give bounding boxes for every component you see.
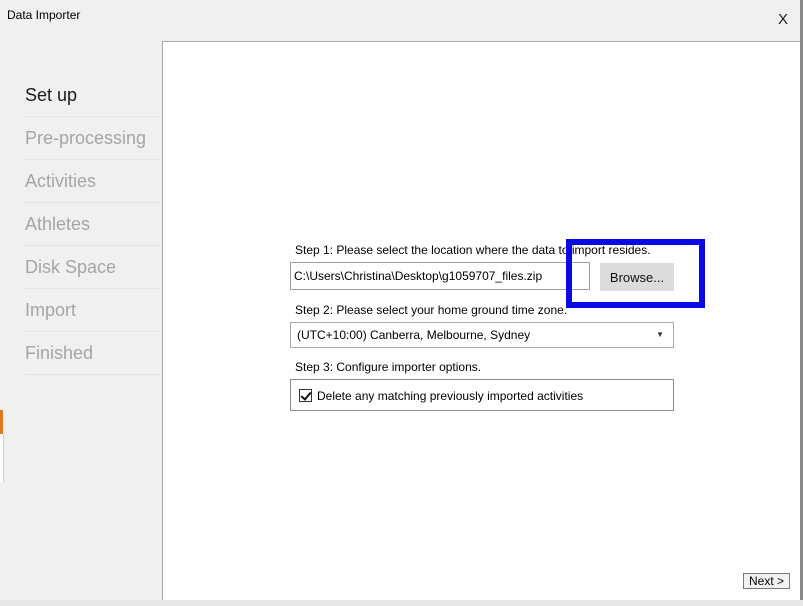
step3-label: Step 3: Configure importer options.	[295, 360, 482, 374]
timezone-selected-value: (UTC+10:00) Canberra, Melbourne, Sydney	[297, 328, 531, 342]
importer-options-box: Delete any matching previously imported …	[290, 379, 674, 411]
delete-matching-checkbox[interactable]	[299, 389, 312, 402]
window-bottom-edge	[0, 600, 803, 606]
sidebar-item-activities[interactable]: Activities	[25, 160, 160, 203]
step1-label: Step 1: Please select the location where…	[295, 243, 651, 257]
step2-label: Step 2: Please select your home ground t…	[295, 303, 568, 317]
close-button[interactable]: X	[770, 8, 796, 32]
next-button[interactable]: Next >	[743, 573, 790, 589]
data-importer-window: Data Importer X Set up Pre-processing Ac…	[0, 0, 803, 606]
file-path-input[interactable]	[290, 262, 590, 290]
sidebar-item-pre-processing[interactable]: Pre-processing	[25, 117, 160, 160]
sidebar-item-athletes[interactable]: Athletes	[25, 203, 160, 246]
window-title: Data Importer	[7, 8, 81, 22]
delete-matching-label[interactable]: Delete any matching previously imported …	[317, 389, 583, 403]
browse-button[interactable]: Browse...	[600, 263, 674, 291]
background-window-sliver	[0, 434, 4, 482]
chevron-down-icon[interactable]: ▼	[656, 323, 664, 347]
sidebar-item-set-up[interactable]: Set up	[25, 74, 160, 117]
content-panel	[162, 41, 800, 600]
sidebar-item-import[interactable]: Import	[25, 289, 160, 332]
timezone-select[interactable]: (UTC+10:00) Canberra, Melbourne, Sydney …	[290, 322, 674, 348]
sidebar-item-disk-space[interactable]: Disk Space	[25, 246, 160, 289]
background-window-sliver	[0, 410, 3, 434]
sidebar-item-finished[interactable]: Finished	[25, 332, 160, 375]
